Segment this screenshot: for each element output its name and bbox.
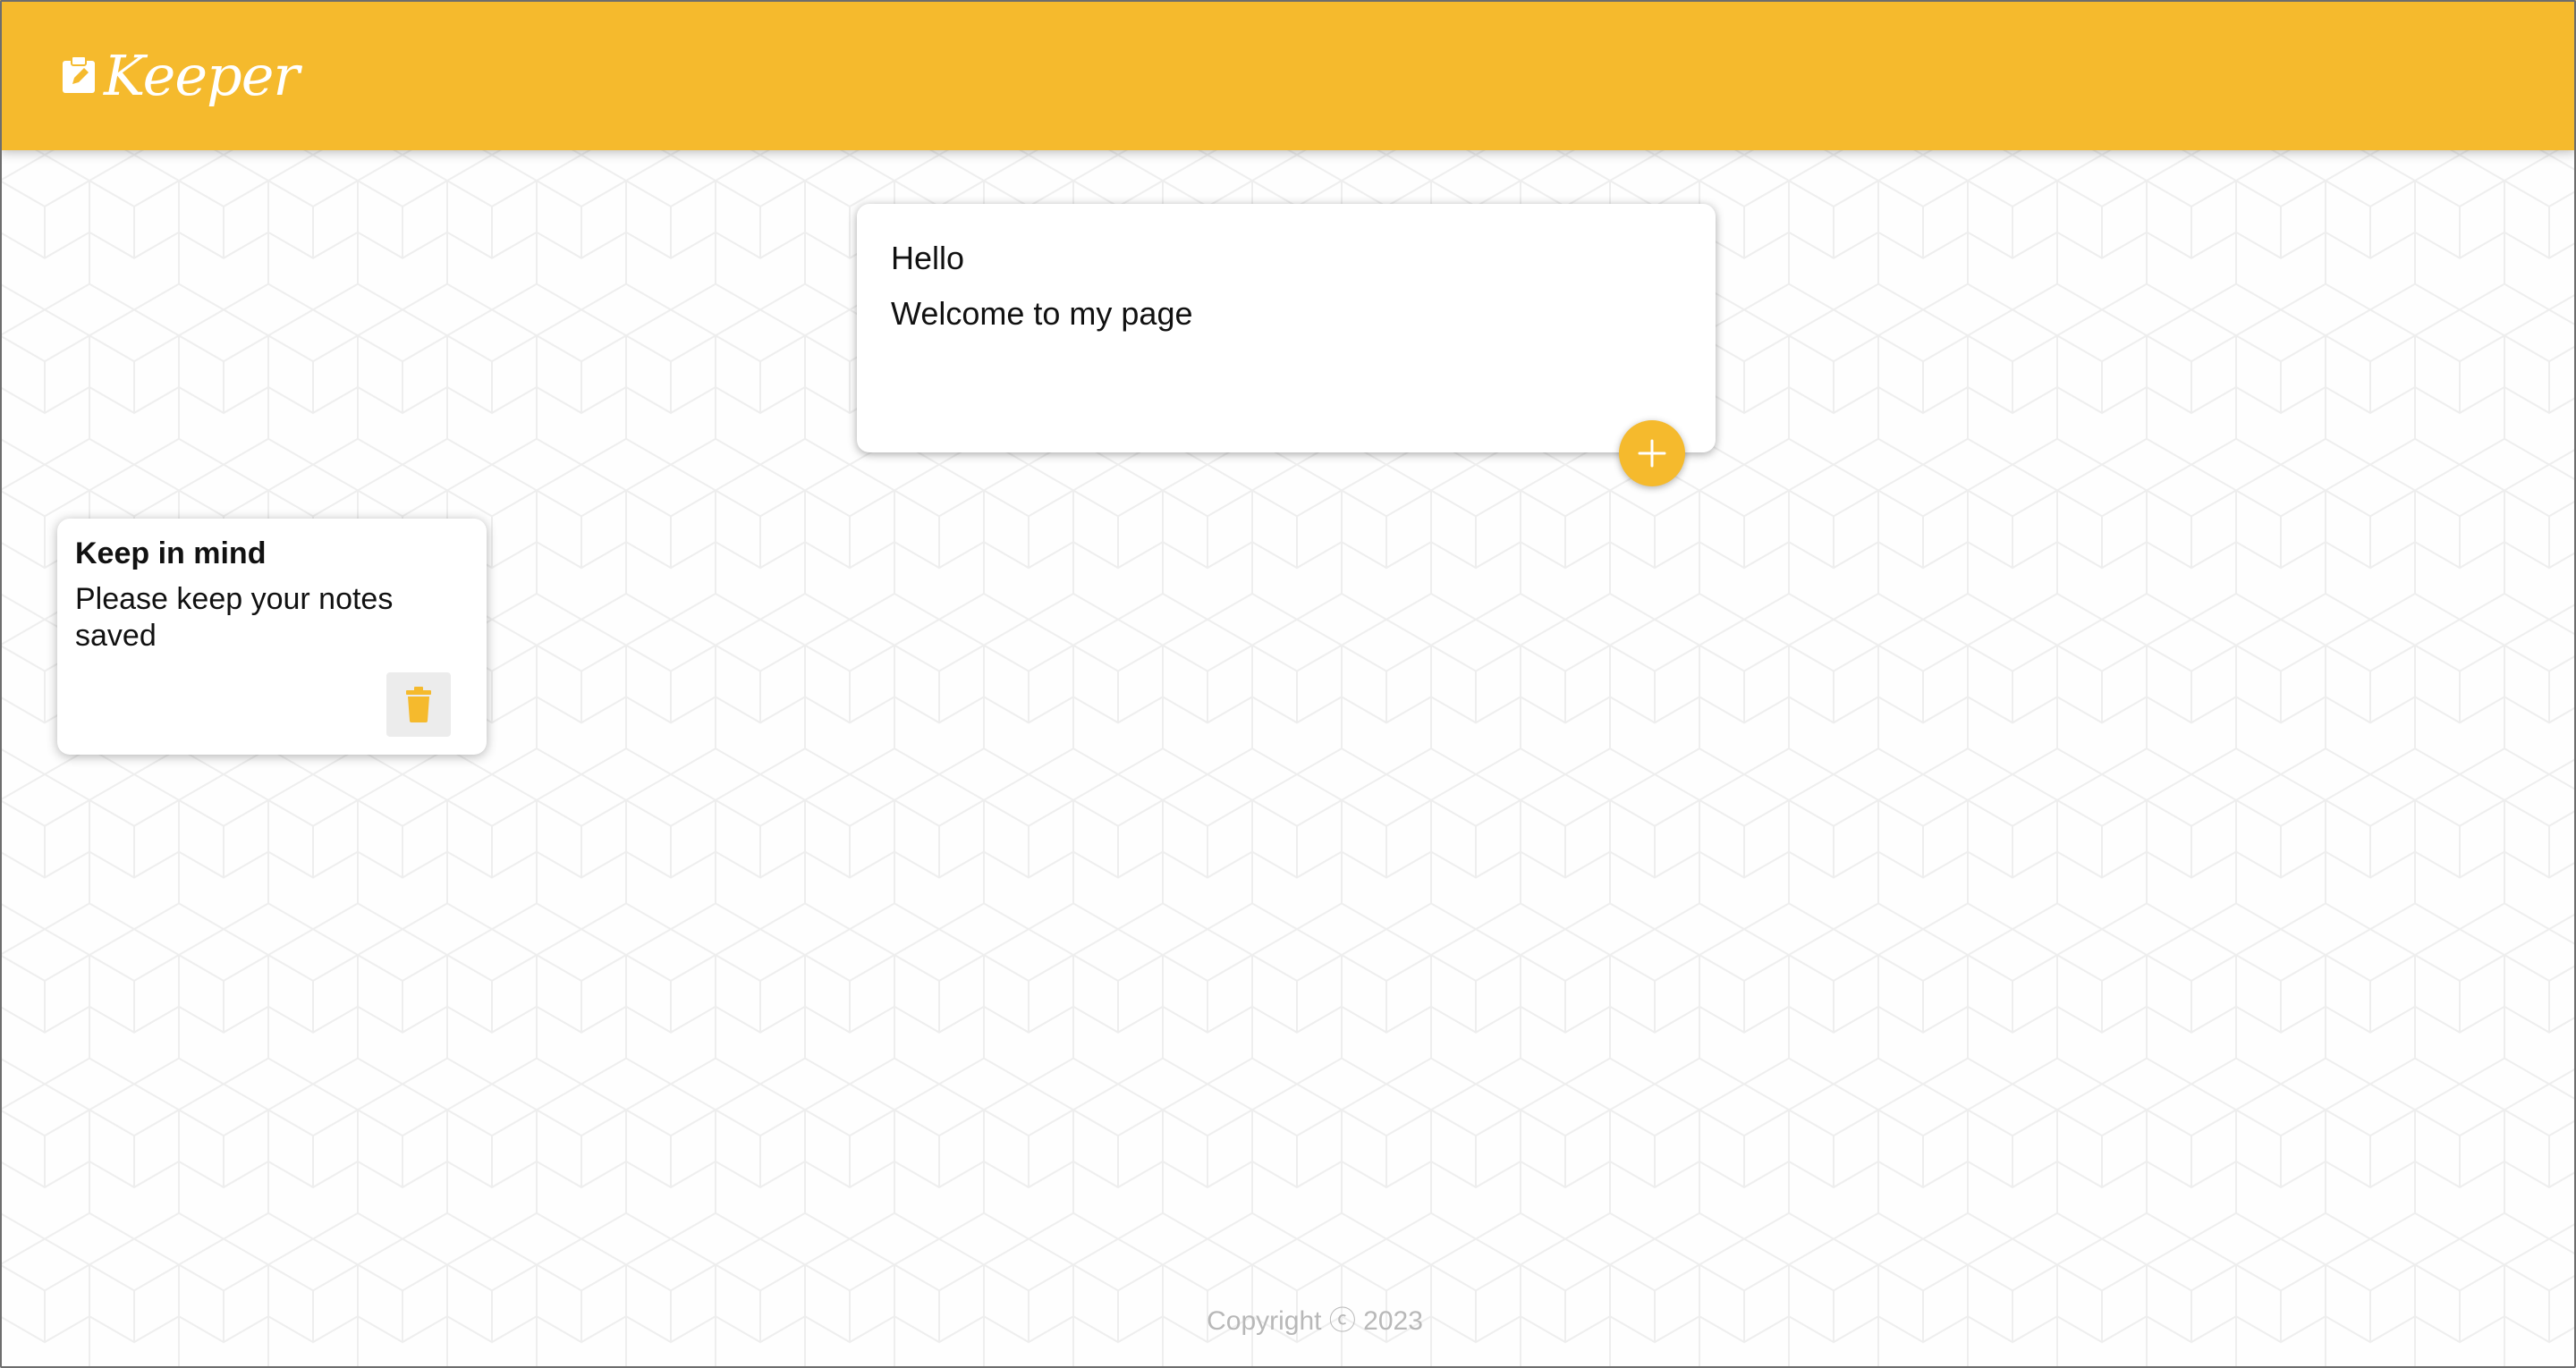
add-note-button[interactable] (1619, 420, 1685, 486)
note-title-input[interactable]: Hello (891, 240, 964, 277)
app-title: Keeper (104, 43, 300, 108)
note-title: Keep in mind (75, 536, 267, 570)
trash-icon (406, 687, 431, 722)
clipboard-edit-icon (63, 55, 95, 93)
delete-note-button[interactable] (386, 672, 451, 737)
note-card: Keep in mind Please keep your notes save… (57, 519, 487, 755)
app-logo: Keeper (61, 43, 300, 108)
note-content-textarea[interactable]: Welcome to my page (891, 295, 1192, 333)
app-header: Keeper (0, 0, 2576, 150)
footer-copyright: Copyright ⓒ 2023 (1207, 1306, 1423, 1336)
create-note-form: Hello Welcome to my page (857, 204, 1716, 452)
note-content: Please keep your notes saved (75, 582, 394, 653)
plus-icon (1638, 439, 1666, 468)
